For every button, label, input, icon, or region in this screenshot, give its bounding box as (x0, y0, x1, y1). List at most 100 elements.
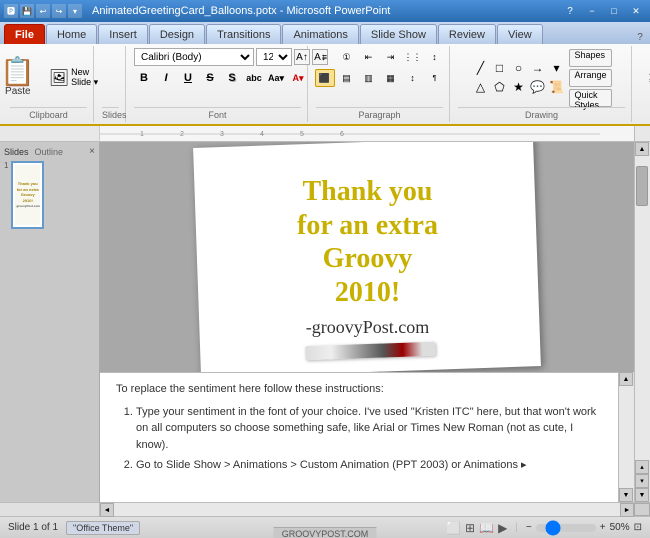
font-size-select[interactable]: 12 (256, 48, 292, 66)
tab-transitions[interactable]: Transitions (206, 24, 281, 44)
char-spacing-button[interactable]: abc (244, 69, 264, 87)
redo-icon[interactable]: ↪ (52, 4, 66, 18)
slideshow-icon[interactable]: ▶ (498, 521, 507, 535)
quick-save-icon[interactable]: 💾 (20, 4, 34, 18)
shape-arrow[interactable]: → (528, 59, 546, 77)
decrease-indent-button[interactable]: ⇤ (359, 48, 379, 66)
clipboard-group-content: 📋 Paste 🖼 NewSlide ▾ (0, 48, 103, 107)
minimize-button[interactable]: − (582, 4, 602, 18)
align-right-button[interactable]: ▥ (359, 69, 379, 87)
pen-decoration (305, 342, 435, 361)
text-direction-button[interactable]: ↕ (425, 48, 445, 66)
align-left-button[interactable]: ⬛ (315, 69, 335, 87)
new-slide-button[interactable]: 🖼 NewSlide ▾ (44, 69, 103, 87)
scroll-thumb[interactable] (636, 166, 648, 206)
shape-star[interactable]: ★ (509, 78, 527, 96)
slide-item: 1 Thank youfor an extraGroovy2010!-groov… (4, 161, 95, 229)
ribbon-help-icon[interactable]: ? (630, 30, 650, 44)
shape-triangle[interactable]: △ (471, 78, 489, 96)
scroll-split-up[interactable]: ▴ (635, 460, 649, 474)
list-buttons-row: ≡ ① ⇤ ⇥ ⋮⋮ ↕ (315, 48, 445, 66)
normal-view-icon[interactable]: ⬜ (446, 521, 461, 535)
paste-button[interactable]: 📋 Paste (0, 49, 42, 107)
fit-slide-button[interactable]: ⊡ (634, 522, 642, 533)
font-color-button[interactable]: A▾ (288, 69, 308, 87)
tab-file[interactable]: File (4, 24, 45, 44)
slide-panel-close-btn[interactable]: × (89, 146, 95, 157)
scroll-up-button[interactable]: ▲ (635, 142, 649, 156)
zoom-in-button[interactable]: + (600, 522, 606, 533)
underline-button[interactable]: U (178, 69, 198, 87)
shape-callout[interactable]: 💬 (528, 78, 546, 96)
title-bar-left: 🅿 💾 ↩ ↪ ▾ AnimatedGreetingCard_Balloons.… (4, 4, 390, 18)
change-case-button[interactable]: Aa▾ (266, 69, 286, 87)
slide-sorter-icon[interactable]: ⊞ (465, 521, 475, 535)
font-group: Calibri (Body) 12 A↑ A↓ B I U S S abc Aa… (128, 46, 308, 122)
main-scrollbar: ▲ ▴ ▾ ▼ (634, 142, 650, 502)
close-button[interactable]: ✕ (626, 4, 646, 18)
columns-button[interactable]: ⋮⋮ (403, 48, 423, 66)
strikethrough-button[interactable]: S (200, 69, 220, 87)
tab-slides-label[interactable]: Slides (4, 147, 29, 157)
notes-instruction: To replace the sentiment here follow the… (116, 381, 602, 398)
line-spacing-button[interactable]: ↕ (403, 69, 423, 87)
tab-insert[interactable]: Insert (98, 24, 148, 44)
tab-animations[interactable]: Animations (282, 24, 358, 44)
theme-button[interactable]: "Office Theme" (66, 521, 140, 535)
slide-canvas[interactable]: Thank you for an extra Groovy 2010! -gro… (193, 142, 541, 372)
notes-item-1: Type your sentiment in the font of your … (136, 404, 602, 454)
maximize-button[interactable]: □ (604, 4, 624, 18)
notes-scroll-down[interactable]: ▼ (619, 488, 633, 502)
arrange-button[interactable]: Arrange (569, 69, 611, 87)
h-scroll-right-button[interactable]: ► (620, 503, 634, 517)
reading-view-icon[interactable]: 📖 (479, 521, 494, 535)
align-center-button[interactable]: ▤ (337, 69, 357, 87)
customize-icon[interactable]: ▾ (68, 4, 82, 18)
slide-info: Slide 1 of 1 (8, 522, 58, 533)
tab-home[interactable]: Home (46, 24, 97, 44)
h-scroll-left-button[interactable]: ◄ (100, 503, 114, 517)
increase-indent-button[interactable]: ⇥ (381, 48, 401, 66)
shape-rect[interactable]: □ (490, 59, 508, 77)
drawing-label: Drawing (458, 107, 625, 120)
scroll-split-down[interactable]: ▾ (635, 474, 649, 488)
undo-icon[interactable]: ↩ (36, 4, 50, 18)
scroll-down-button[interactable]: ▼ (635, 488, 649, 502)
zoom-out-button[interactable]: − (526, 522, 532, 533)
shape-circle[interactable]: ○ (509, 59, 527, 77)
shapes-button[interactable]: Shapes (569, 49, 611, 67)
shape-pentagon[interactable]: ⬠ (490, 78, 508, 96)
slide-preview: Thank youfor an extraGroovy2010!-groovyP… (15, 165, 40, 225)
para-spacing-button[interactable]: ¶ (425, 69, 445, 87)
quick-styles-button[interactable]: QuickStyles (569, 89, 611, 107)
shape-more[interactable]: ▾ (547, 59, 565, 77)
italic-button[interactable]: I (156, 69, 176, 87)
align-buttons-row: ⬛ ▤ ▥ ▦ ↕ ¶ (315, 69, 445, 87)
help-icon[interactable]: ? (560, 4, 580, 18)
notes-scroll-up[interactable]: ▲ (619, 372, 633, 386)
notes-item-2: Go to Slide Show > Animations > Custom A… (136, 457, 602, 474)
svg-text:1: 1 (140, 131, 144, 138)
bold-button[interactable]: B (134, 69, 154, 87)
tab-view[interactable]: View (497, 24, 543, 44)
powerpoint-icon: 🅿 (4, 4, 18, 18)
shape-line[interactable]: ╱ (471, 59, 489, 77)
center-panel: Thank you for an extra Groovy 2010! -gro… (100, 142, 634, 502)
slide-thumbnail[interactable]: Thank youfor an extraGroovy2010!-groovyP… (11, 161, 44, 229)
scroll-track (635, 156, 650, 460)
bullets-button[interactable]: ≡ (315, 48, 335, 66)
font-grow-button[interactable]: A↑ (294, 49, 310, 65)
zoom-slider[interactable] (536, 524, 596, 532)
font-group-content: Calibri (Body) 12 A↑ A↓ B I U S S abc Aa… (134, 48, 301, 107)
tab-design[interactable]: Design (149, 24, 205, 44)
font-family-select[interactable]: Calibri (Body) (134, 48, 254, 66)
slide-panel-header: Slides Outline × (4, 146, 95, 157)
justify-button[interactable]: ▦ (381, 69, 401, 87)
shape-scroll[interactable]: 📜 (547, 78, 565, 96)
tab-review[interactable]: Review (438, 24, 496, 44)
numbering-button[interactable]: ① (337, 48, 357, 66)
clipboard-label: Clipboard (10, 107, 87, 120)
tab-outline-label[interactable]: Outline (35, 147, 64, 157)
tab-slideshow[interactable]: Slide Show (360, 24, 437, 44)
shadow-button[interactable]: S (222, 69, 242, 87)
